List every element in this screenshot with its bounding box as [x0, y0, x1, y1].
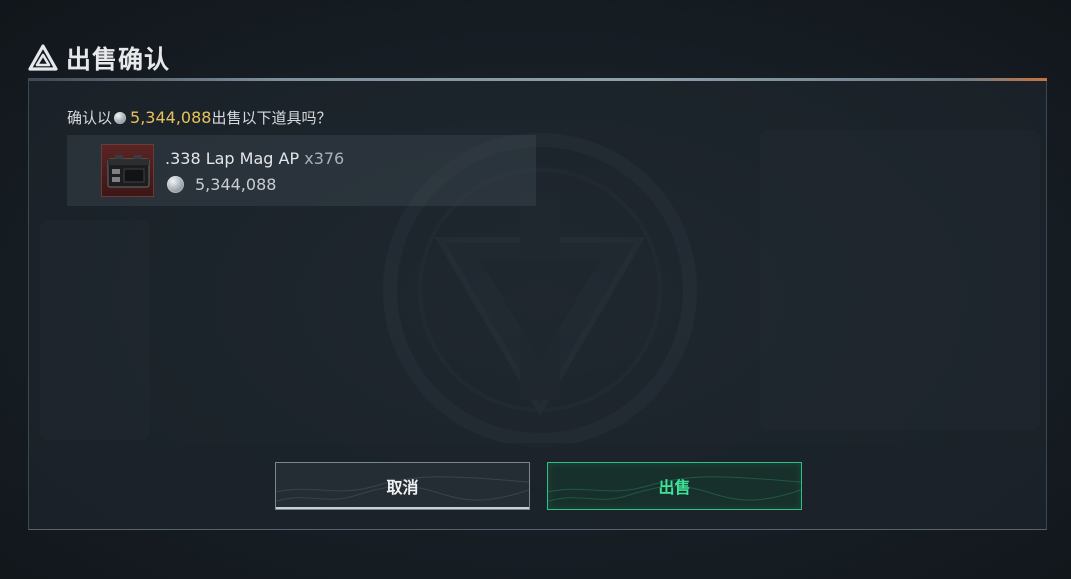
item-price: 5,344,088 [167, 175, 276, 194]
silver-coin-icon [114, 111, 127, 124]
silver-coin-icon [167, 176, 184, 193]
question-prefix: 确认以 [67, 109, 113, 127]
sell-button[interactable]: 出售 [547, 462, 802, 510]
item-price-value: 5,344,088 [195, 175, 277, 194]
question-suffix: 出售以下道具吗？ [211, 109, 332, 127]
confirm-question: 确认以 5,344,088 出售以下道具吗？ [67, 107, 331, 128]
dialog-footer [29, 443, 1046, 529]
dialog-title: 出售确认 [66, 45, 171, 74]
warning-triangle-icon [28, 44, 58, 71]
cancel-button-label: 取消 [386, 478, 419, 497]
item-quantity: x376 [304, 149, 345, 168]
dialog-header: 出售确认 [28, 40, 170, 76]
cancel-button[interactable]: 取消 [275, 462, 530, 510]
ammo-box-icon [101, 144, 154, 197]
item-name: .338 Lap Mag AP x376 [165, 149, 344, 168]
sell-confirm-screen: 出售确认 确认以 5,344,088 出售以下道具吗？ .338 Lap Mag… [0, 0, 1071, 579]
sell-button-label: 出售 [658, 478, 691, 497]
list-item: .338 Lap Mag AP x376 5,344,088 [67, 135, 536, 206]
dialog-panel: 确认以 5,344,088 出售以下道具吗？ .338 Lap Mag AP x… [28, 81, 1047, 530]
question-amount: 5,344,088 [130, 108, 212, 127]
item-name-text: .338 Lap Mag AP [165, 149, 300, 168]
